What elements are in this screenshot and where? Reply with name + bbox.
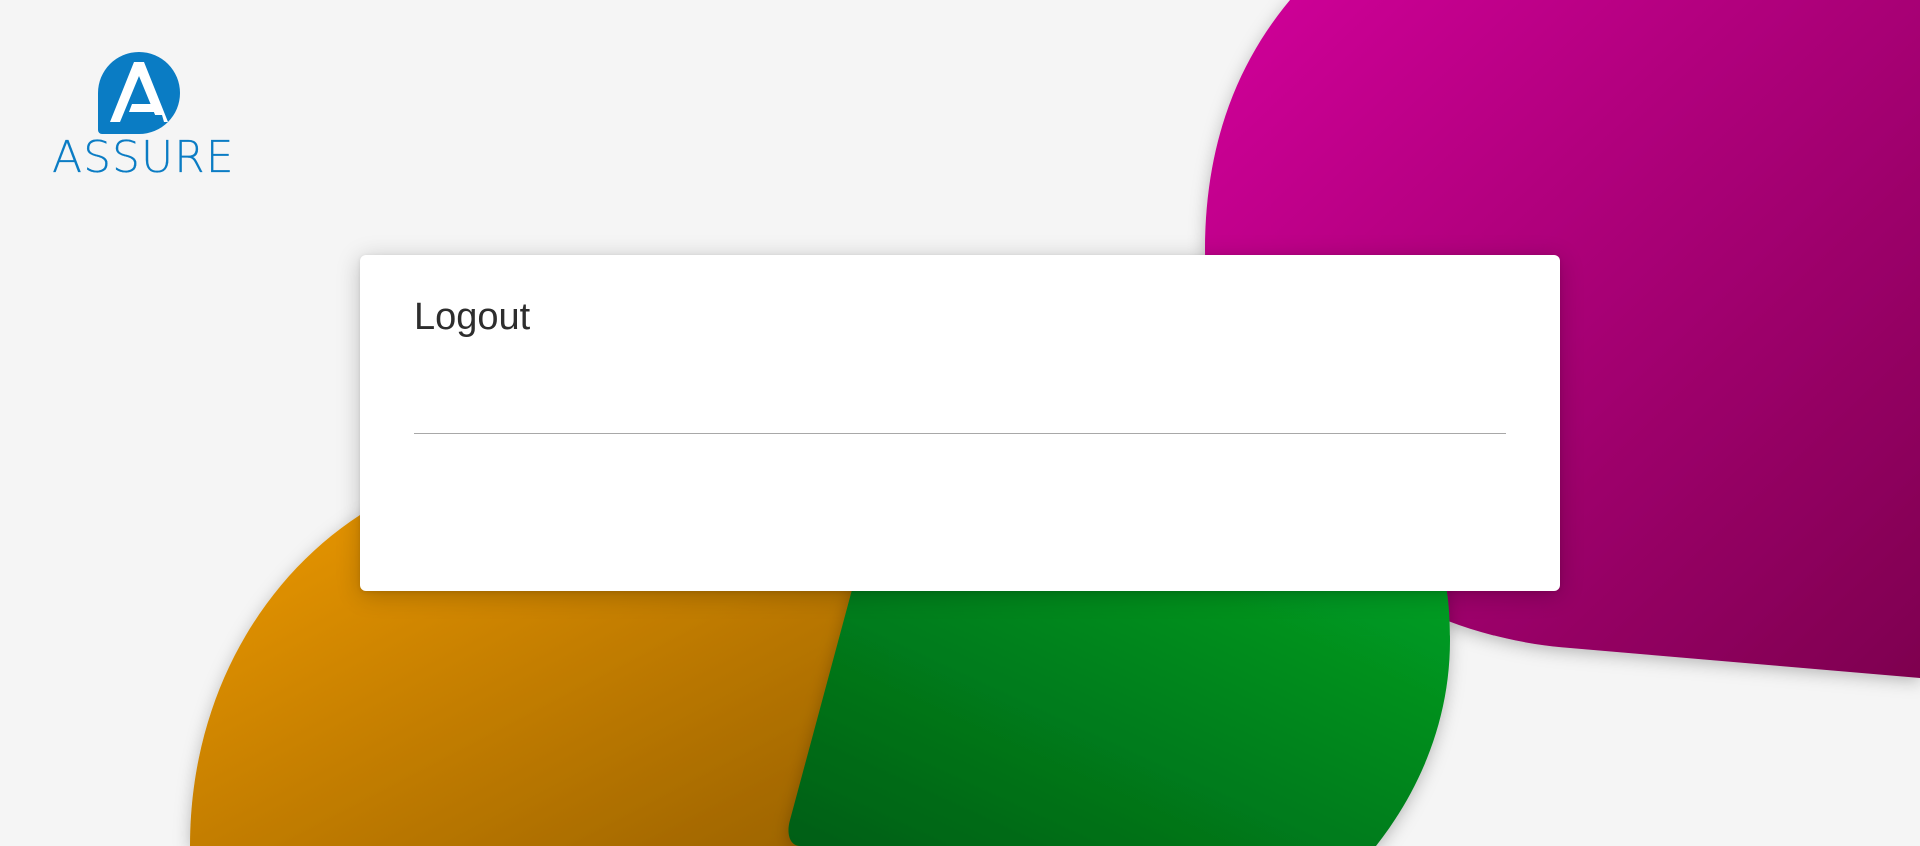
assure-logo-icon bbox=[98, 52, 180, 134]
assure-logo: ASSURE bbox=[52, 52, 235, 183]
page-title: Logout bbox=[414, 296, 531, 338]
page-background: ASSURE Logout bbox=[0, 0, 1920, 846]
assure-wordmark: ASSURE bbox=[52, 132, 235, 183]
logout-card: Logout bbox=[360, 255, 1560, 591]
divider bbox=[414, 433, 1506, 434]
